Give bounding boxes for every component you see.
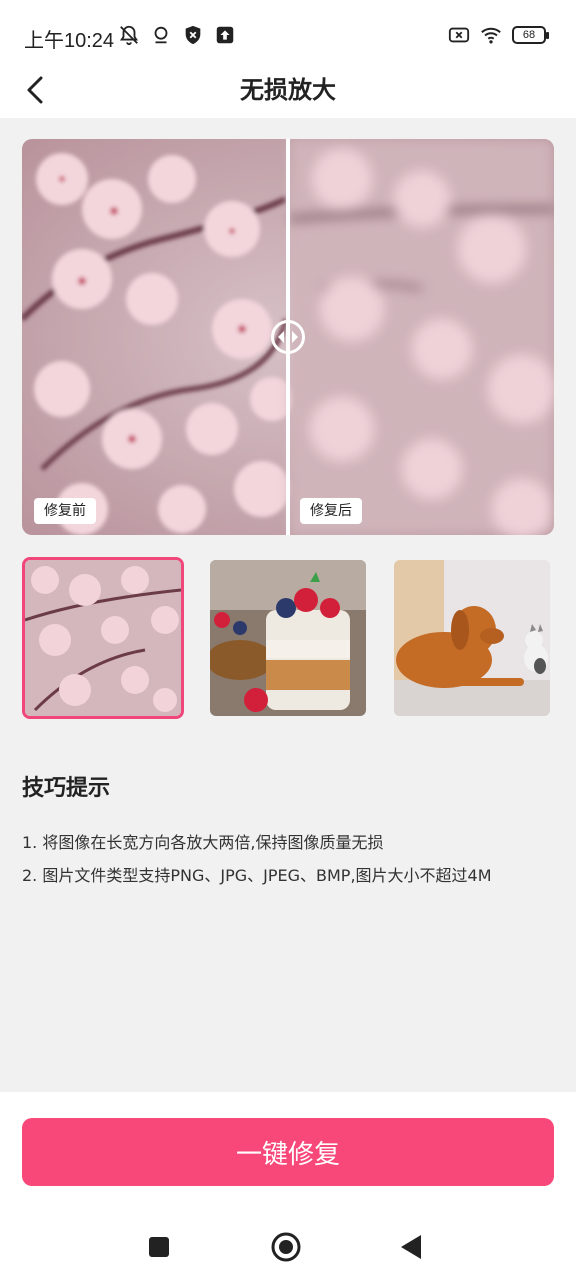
one-click-restore-button[interactable]: 一键修复 [22,1118,554,1186]
sample-thumb-cherry-blossom[interactable] [22,557,184,719]
sample-thumb-dog-and-cat[interactable] [394,560,550,716]
shield-icon [185,25,201,45]
compare-slider-handle[interactable] [271,320,305,354]
berry-parfait-thumbnail [210,560,366,716]
triangle-back-icon [401,1235,421,1259]
tips-title: 技巧提示 [22,776,111,801]
location-icon [154,26,168,44]
upload-icon [216,26,234,44]
circle-home-icon [271,1232,301,1262]
recents-button[interactable] [142,1230,176,1264]
battery-indicator: 68 [512,26,549,44]
status-icons-right: 68 [448,24,549,46]
system-nav-bar [0,1210,576,1280]
tips-list: 1. 将图像在长宽方向各放大两倍,保持图像质量无损 2. 图片文件类型支持PNG… [22,826,558,892]
home-button[interactable] [269,1230,303,1264]
no-sim-icon [448,27,470,43]
tip-item: 1. 将图像在长宽方向各放大两倍,保持图像质量无损 [22,833,384,852]
back-nav-button[interactable] [394,1230,428,1264]
mute-bell-icon [119,25,139,46]
page-title: 无损放大 [240,76,336,104]
dog-and-cat-thumbnail [394,560,550,716]
status-time: 上午10:24 [24,30,115,52]
after-label: 修复后 [300,498,362,524]
left-right-arrows-icon [278,331,298,343]
status-bar: 上午10:24 68 [0,0,576,64]
sample-thumb-berry-parfait[interactable] [210,560,366,716]
sample-thumbnails [22,557,554,719]
tip-item: 2. 图片文件类型支持PNG、JPG、JPEG、BMP,图片大小不超过4M [22,866,492,885]
cherry-blossom-thumbnail [25,560,181,716]
before-label: 修复前 [34,498,96,524]
app-header: 无损放大 [0,64,576,118]
status-icons-left [118,24,236,46]
wifi-icon [481,27,501,44]
square-icon [149,1237,169,1257]
